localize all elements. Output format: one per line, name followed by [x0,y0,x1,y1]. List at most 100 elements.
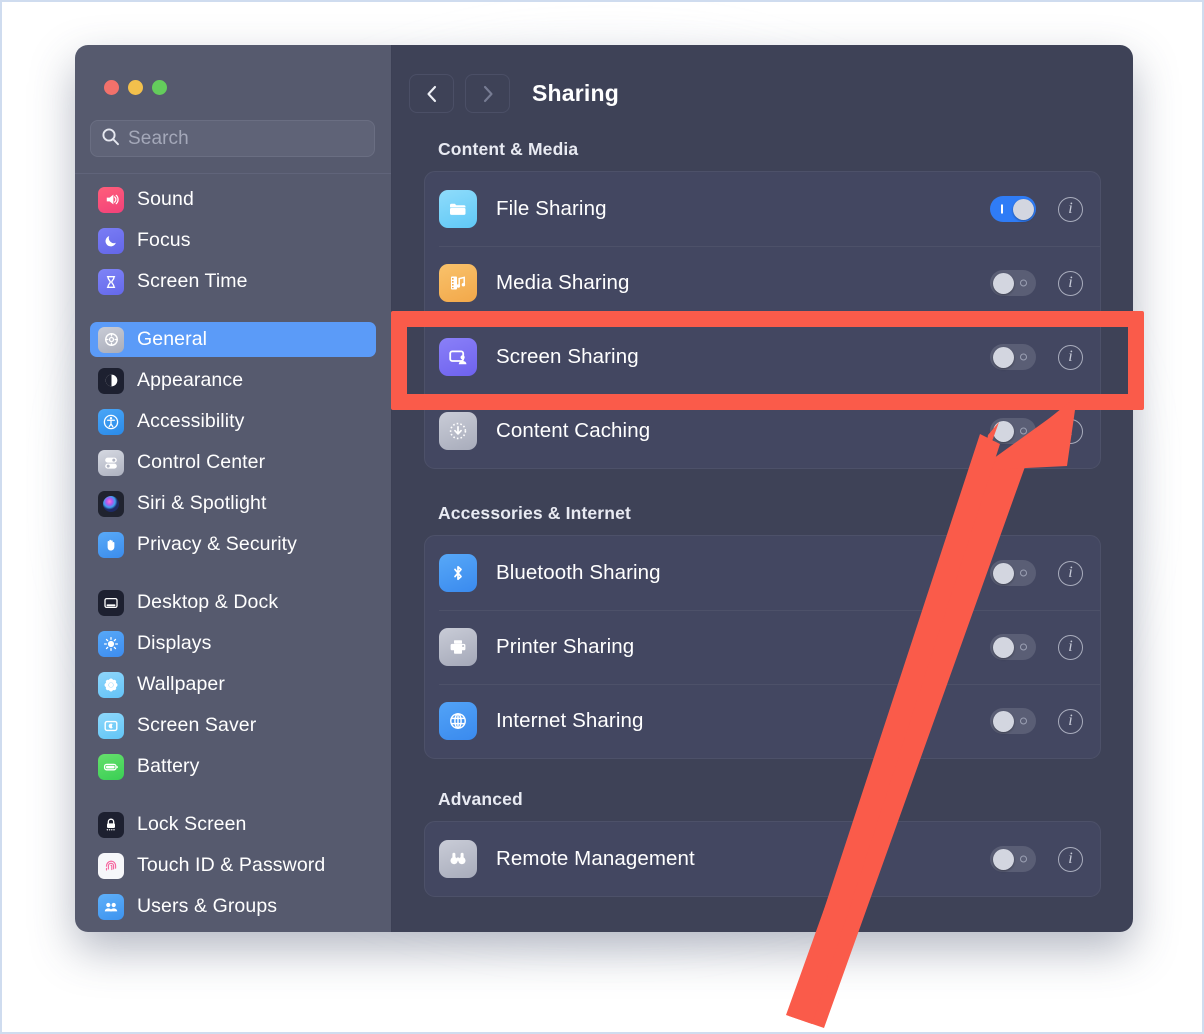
chevron-left-icon [426,85,436,102]
hourglass-icon [98,268,124,295]
sidebar-item-label: Privacy & Security [137,533,298,555]
sidebar-item-label: Focus [137,229,191,251]
sidebar-item-desktop-dock[interactable]: Desktop & Dock [90,585,376,620]
appearance-icon [98,367,124,394]
sidebar-item-siri-spotlight[interactable]: Siri & Spotlight [90,486,376,521]
sidebar-item-battery[interactable]: Battery [90,749,376,784]
row-media-sharing[interactable]: Media Sharing i [425,246,1100,320]
remote-management-info-button[interactable]: i [1058,846,1083,872]
sidebar-item-displays[interactable]: Displays [90,626,376,661]
sidebar-item-label: Sound [137,188,194,210]
row-file-sharing[interactable]: File Sharing i [425,172,1100,246]
sidebar-item-label: Accessibility [137,410,245,432]
row-internet-sharing[interactable]: Internet Sharing i [425,684,1100,758]
section-header-content-media: Content & Media [438,139,579,159]
content-caching-toggle[interactable] [990,418,1036,444]
group-card-accessories-internet: Bluetooth Sharing i Printer Sharing i In… [424,535,1101,759]
search-placeholder: Search [128,127,189,149]
sidebar-item-privacy-security[interactable]: Privacy & Security [90,527,376,562]
media-note-icon [439,264,477,302]
sidebar-item-touch-id[interactable]: Touch ID & Password [90,848,376,883]
toggle-knob [992,346,1014,368]
toggle-off-mark [1020,855,1027,863]
desktop-dock-icon [98,589,124,616]
brightness-icon [98,630,124,657]
screen-sharing-info-button[interactable]: i [1058,344,1083,370]
sidebar-item-label: Wallpaper [137,673,225,695]
lock-icon [98,811,124,838]
row-label: Printer Sharing [496,635,635,658]
toggle-off-mark [1020,279,1027,287]
sidebar-item-label: Siri & Spotlight [137,492,267,514]
sidebar-item-label: General [137,328,208,350]
bluetooth-sharing-info-button[interactable]: i [1058,560,1083,586]
sidebar-item-sound[interactable]: Sound [90,182,376,217]
sound-icon [98,186,124,213]
section-header-advanced: Advanced [438,789,523,809]
close-button[interactable] [104,80,119,95]
sidebar-item-accessibility[interactable]: Accessibility [90,404,376,439]
sidebar-item-control-center[interactable]: Control Center [90,445,376,480]
group-card-content-media: File Sharing i Media Sharing i Screen Sh… [424,171,1101,469]
sidebar-item-label: Battery [137,755,200,777]
forward-button[interactable] [465,74,510,113]
search-container: Search [75,95,391,157]
sidebar-item-focus[interactable]: Focus [90,223,376,258]
media-sharing-info-button[interactable]: i [1058,270,1083,296]
toggle-on-mark [1001,204,1003,214]
search-input[interactable]: Search [90,120,375,157]
screen-sharing-toggle[interactable] [990,344,1036,370]
row-printer-sharing[interactable]: Printer Sharing i [425,610,1100,684]
row-bluetooth-sharing[interactable]: Bluetooth Sharing i [425,536,1100,610]
row-screen-sharing[interactable]: Screen Sharing i [425,320,1100,394]
row-label: Screen Sharing [496,345,639,368]
printer-sharing-toggle[interactable] [990,634,1036,660]
screen-sharing-icon [439,338,477,376]
section-header-accessories-internet: Accessories & Internet [438,503,631,523]
toggle-knob [992,636,1014,658]
sidebar-item-appearance[interactable]: Appearance [90,363,376,398]
toolbar: Sharing [392,45,1133,113]
toggle-off-mark [1020,353,1027,361]
toggle-off-mark [1020,717,1027,725]
internet-sharing-toggle[interactable] [990,708,1036,734]
internet-sharing-info-button[interactable]: i [1058,708,1083,734]
remote-management-toggle[interactable] [990,846,1036,872]
row-remote-management[interactable]: Remote Management i [425,822,1100,896]
system-settings-window: Search Sound Focus Screen Time General A… [75,45,1133,932]
binoculars-icon [439,840,477,878]
wallpaper-icon [98,671,124,698]
row-content-caching[interactable]: Content Caching i [425,394,1100,468]
toggle-off-mark [1020,569,1027,577]
sidebar-item-label: Screen Saver [137,714,257,736]
bluetooth-sharing-toggle[interactable] [990,560,1036,586]
sidebar-item-label: Lock Screen [137,813,247,835]
sidebar-item-lock-screen[interactable]: Lock Screen [90,807,376,842]
minimize-button[interactable] [128,80,143,95]
media-sharing-toggle[interactable] [990,270,1036,296]
back-button[interactable] [409,74,454,113]
printer-icon [439,628,477,666]
sidebar: Search Sound Focus Screen Time General A… [75,45,392,932]
download-arrow-icon [439,412,477,450]
file-sharing-toggle[interactable] [990,196,1036,222]
sidebar-item-screen-saver[interactable]: Screen Saver [90,708,376,743]
file-sharing-info-button[interactable]: i [1058,196,1083,222]
content-caching-info-button[interactable]: i [1058,418,1083,444]
zoom-button[interactable] [152,80,167,95]
traffic-lights [75,45,391,95]
sidebar-item-screen-time[interactable]: Screen Time [90,264,376,299]
sidebar-item-general[interactable]: General [90,322,376,357]
toggle-knob [992,272,1014,294]
printer-sharing-info-button[interactable]: i [1058,634,1083,660]
row-label: Bluetooth Sharing [496,561,661,584]
chevron-right-icon [483,85,493,102]
sidebar-item-users-groups[interactable]: Users & Groups [90,889,376,924]
toggle-off-mark [1020,427,1027,435]
row-label: Remote Management [496,847,695,870]
main-panel: Sharing Content & Media File Sharing i M… [392,45,1133,932]
globe-icon [439,702,477,740]
focus-moon-icon [98,227,124,254]
sidebar-item-wallpaper[interactable]: Wallpaper [90,667,376,702]
